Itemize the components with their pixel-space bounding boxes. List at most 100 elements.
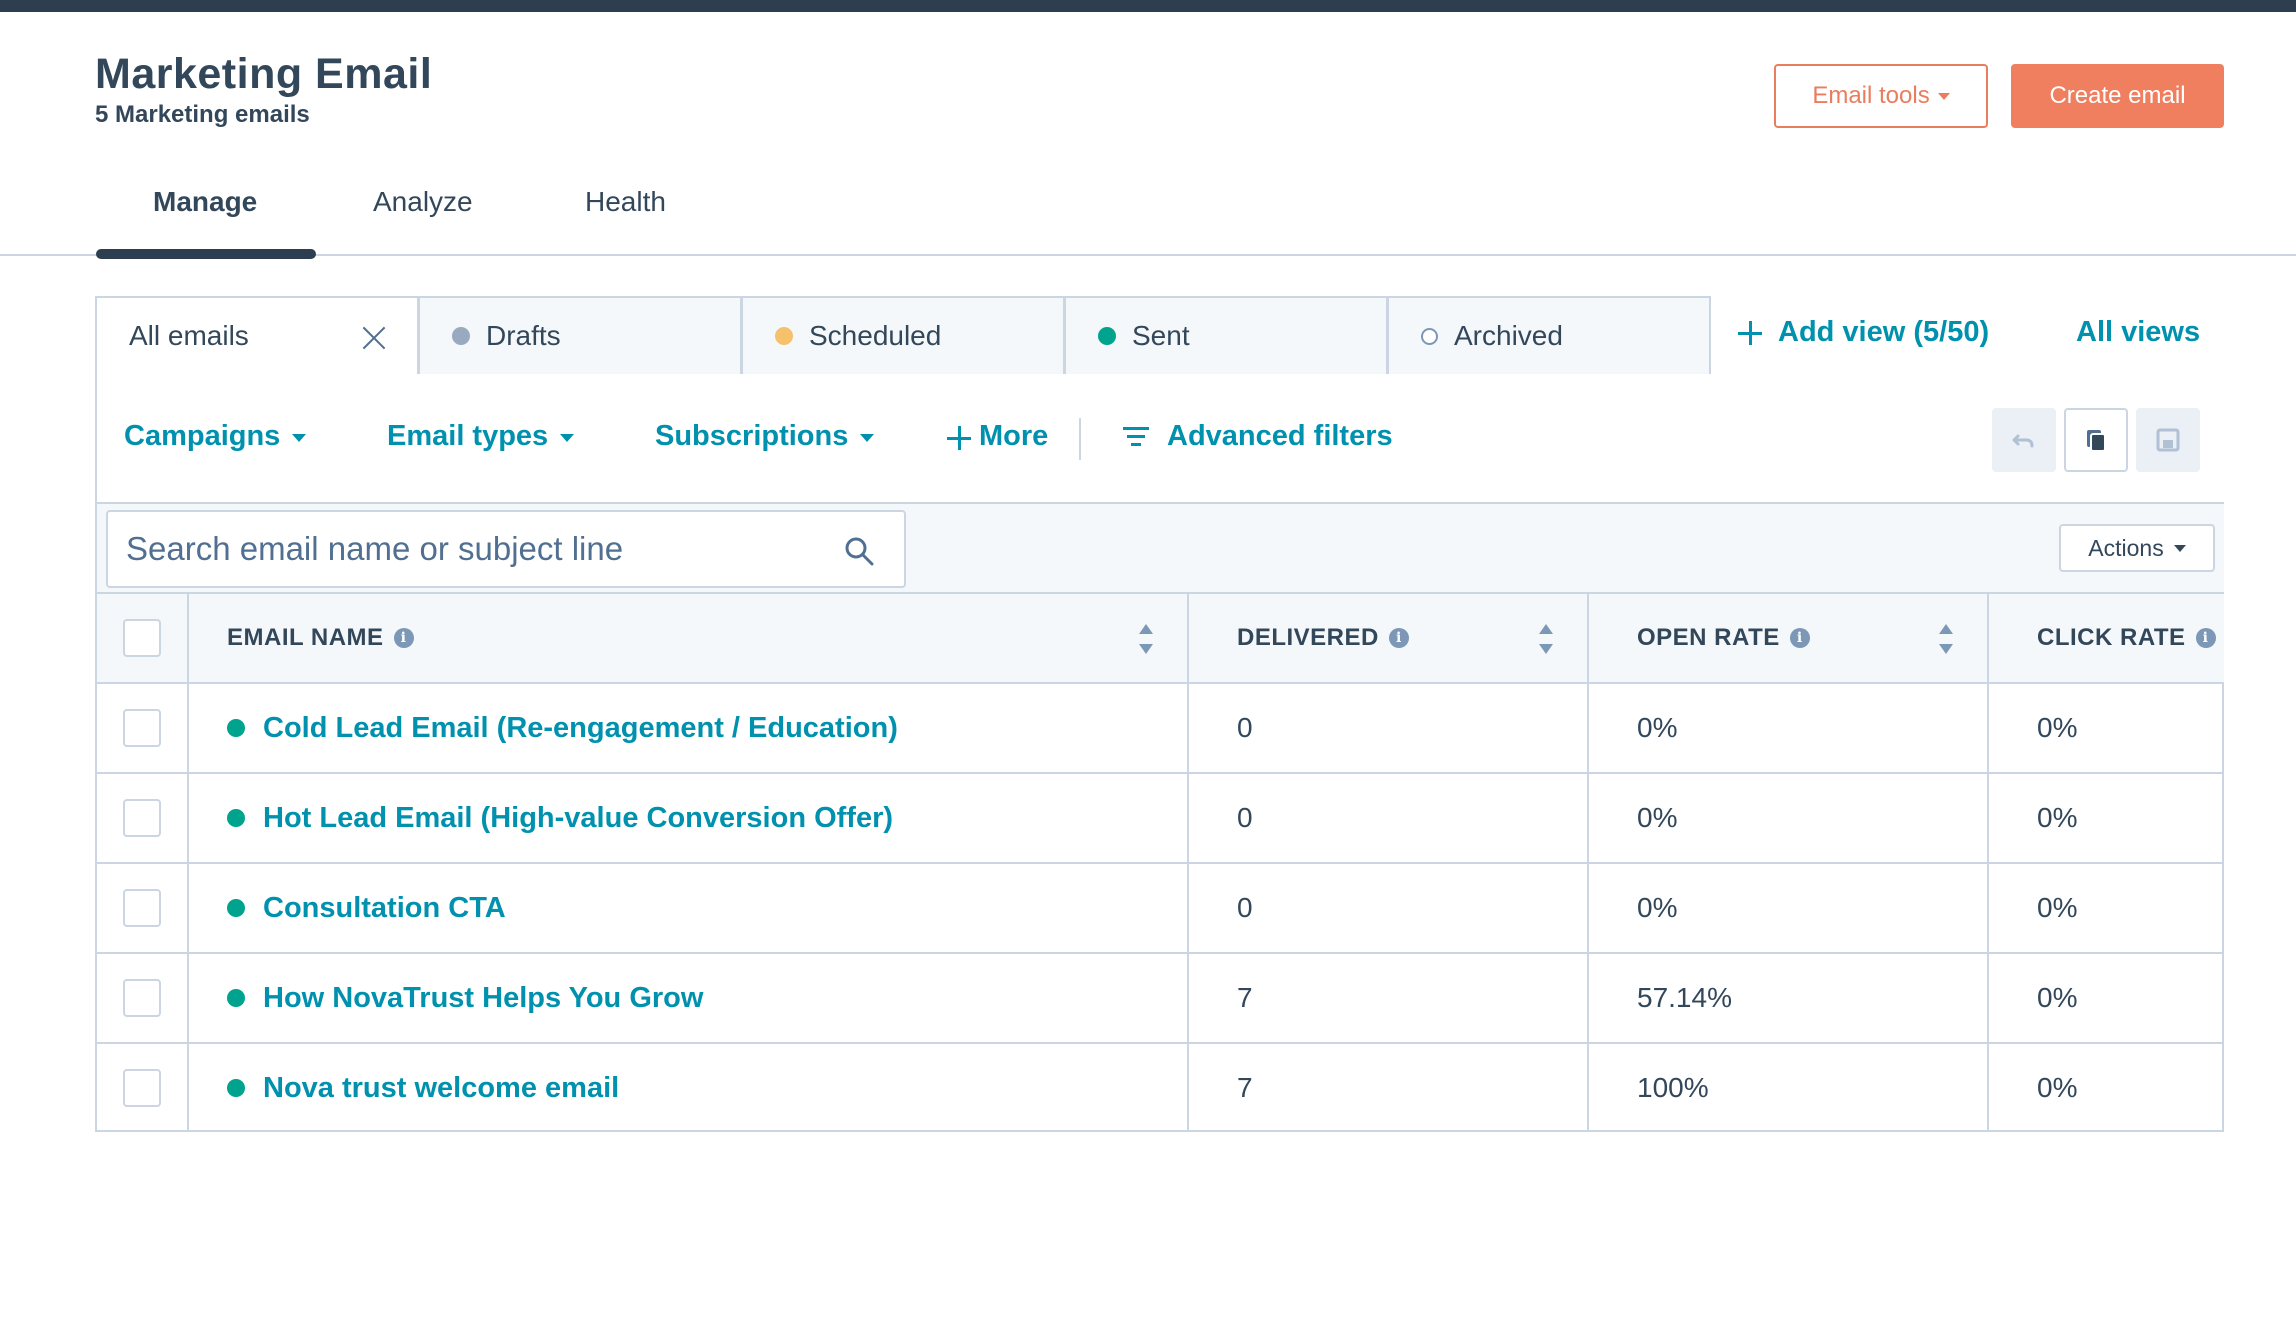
column-header-click-rate[interactable]: CLICK RATE i xyxy=(1989,594,2224,682)
column-header-open-rate[interactable]: OPEN RATE i xyxy=(1589,594,1989,682)
email-name-link[interactable]: Consultation CTA xyxy=(227,892,506,925)
view-tab-drafts[interactable]: Drafts xyxy=(418,296,742,376)
view-tab-label: Archived xyxy=(1454,320,1563,351)
row-checkbox[interactable] xyxy=(123,979,161,1017)
page-title: Marketing Email xyxy=(95,50,433,98)
create-email-label: Create email xyxy=(2049,82,2186,109)
email-name-link[interactable]: Cold Lead Email (Re-engagement / Educati… xyxy=(227,712,898,745)
actions-button[interactable]: Actions xyxy=(2059,524,2215,572)
open-rate-cell: 0% xyxy=(1589,684,1989,772)
sort-icon[interactable] xyxy=(1539,624,1553,654)
chevron-down-icon xyxy=(1937,92,1950,100)
clone-button[interactable] xyxy=(2064,408,2128,472)
open-rate-value: 100% xyxy=(1637,1072,1709,1103)
filter-label: Advanced filters xyxy=(1167,420,1393,452)
row-select-cell xyxy=(97,1044,189,1132)
filter-lines-icon xyxy=(1123,426,1149,447)
open-rate-value: 0% xyxy=(1637,802,1678,833)
column-header-delivered[interactable]: DELIVERED i xyxy=(1189,594,1589,682)
emails-table: EMAIL NAME i DELIVERED i OPEN RATE i CLICK … xyxy=(97,594,2224,1134)
click-rate-cell: 0% xyxy=(1989,774,2224,862)
subscriptions-filter[interactable]: Subscriptions xyxy=(655,420,875,453)
email-name-link[interactable]: Nova trust welcome email xyxy=(227,1072,619,1105)
click-rate-cell: 0% xyxy=(1989,1044,2224,1132)
row-checkbox[interactable] xyxy=(123,889,161,927)
undo-button[interactable] xyxy=(1992,408,2056,472)
published-status-dot-icon xyxy=(227,719,245,737)
plus-icon xyxy=(1738,320,1762,345)
email-name: Cold Lead Email (Re-engagement / Educati… xyxy=(263,711,898,744)
email-name-link[interactable]: How NovaTrust Helps You Grow xyxy=(227,982,703,1015)
search-icon xyxy=(845,537,874,566)
delivered-value: 7 xyxy=(1237,1072,1253,1103)
click-rate-cell: 0% xyxy=(1989,954,2224,1042)
row-checkbox[interactable] xyxy=(123,1069,161,1107)
table-row: Consultation CTA 0 0% 0% xyxy=(97,864,2224,954)
tab-analyze[interactable]: Analyze xyxy=(373,186,473,218)
tab-manage[interactable]: Manage xyxy=(153,186,257,218)
view-tab-scheduled[interactable]: Scheduled xyxy=(741,296,1065,376)
view-tab-label: Drafts xyxy=(486,320,561,351)
column-header-label: EMAIL NAME i xyxy=(227,624,414,652)
advanced-filters-button[interactable]: Advanced filters xyxy=(1123,420,1393,453)
row-checkbox[interactable] xyxy=(123,709,161,747)
campaigns-filter[interactable]: Campaigns xyxy=(124,420,307,453)
click-rate-cell: 0% xyxy=(1989,684,2224,772)
tab-health[interactable]: Health xyxy=(585,186,666,218)
click-rate-value: 0% xyxy=(2037,712,2078,743)
delivered-value: 0 xyxy=(1237,712,1253,743)
row-select-cell xyxy=(97,774,189,862)
info-icon[interactable]: i xyxy=(1388,628,1409,648)
info-icon[interactable]: i xyxy=(393,628,414,648)
table-row: Nova trust welcome email 7 100% 0% xyxy=(97,1044,2224,1134)
filter-separator xyxy=(1079,418,1081,460)
open-rate-value: 57.14% xyxy=(1637,982,1732,1013)
active-tab-indicator xyxy=(96,249,316,259)
more-filters-button[interactable]: More xyxy=(947,420,1048,453)
delivered-value: 0 xyxy=(1237,892,1253,923)
sort-icon[interactable] xyxy=(1939,624,1953,654)
email-name-link[interactable]: Hot Lead Email (High-value Conversion Of… xyxy=(227,802,893,835)
top-nav-bar xyxy=(0,0,2296,12)
row-select-cell xyxy=(97,684,189,772)
filter-label: Campaigns xyxy=(124,420,281,452)
email-list-panel: Campaigns Email types Subscriptions More… xyxy=(95,374,2224,1132)
column-title: EMAIL NAME xyxy=(227,624,384,651)
select-all-checkbox[interactable] xyxy=(123,619,161,657)
create-email-button[interactable]: Create email xyxy=(2011,64,2224,128)
info-icon[interactable]: i xyxy=(2195,628,2216,648)
scheduled-status-dot-icon xyxy=(775,327,793,345)
column-header-label: CLICK RATE i xyxy=(2037,624,2216,652)
column-header-email-name[interactable]: EMAIL NAME i xyxy=(189,594,1189,682)
add-view-label: Add view (5/50) xyxy=(1778,316,1990,348)
table-header-row: EMAIL NAME i DELIVERED i OPEN RATE i CLICK … xyxy=(97,594,2224,684)
close-icon[interactable] xyxy=(361,324,387,350)
sort-icon[interactable] xyxy=(1139,624,1153,654)
save-icon xyxy=(2156,428,2180,452)
view-tab-sent[interactable]: Sent xyxy=(1064,296,1388,376)
email-tools-button[interactable]: Email tools xyxy=(1774,64,1988,128)
view-tab-label: Scheduled xyxy=(809,320,942,351)
open-rate-cell: 0% xyxy=(1589,864,1989,952)
email-name: How NovaTrust Helps You Grow xyxy=(263,981,704,1014)
select-all-cell xyxy=(97,594,189,682)
actions-label: Actions xyxy=(2088,534,2164,561)
search-box[interactable] xyxy=(106,510,906,588)
view-tab-all-emails[interactable]: All emails xyxy=(95,296,419,376)
info-icon[interactable]: i xyxy=(1789,628,1810,648)
add-view-button[interactable]: Add view (5/50) xyxy=(1738,316,1989,349)
row-checkbox[interactable] xyxy=(123,799,161,837)
email-types-filter[interactable]: Email types xyxy=(387,420,575,453)
search-input[interactable] xyxy=(126,530,826,568)
email-name-cell: Hot Lead Email (High-value Conversion Of… xyxy=(189,774,1189,862)
all-views-link[interactable]: All views xyxy=(2076,316,2200,349)
view-tab-archived[interactable]: Archived xyxy=(1387,296,1711,376)
email-name-cell: Cold Lead Email (Re-engagement / Educati… xyxy=(189,684,1189,772)
archived-status-dot-icon xyxy=(1421,327,1438,345)
filter-label: More xyxy=(979,420,1049,452)
delivered-cell: 7 xyxy=(1189,1044,1589,1132)
table-row: Hot Lead Email (High-value Conversion Of… xyxy=(97,774,2224,864)
row-select-cell xyxy=(97,864,189,952)
save-view-button[interactable] xyxy=(2136,408,2200,472)
copy-icon xyxy=(2087,430,2106,452)
